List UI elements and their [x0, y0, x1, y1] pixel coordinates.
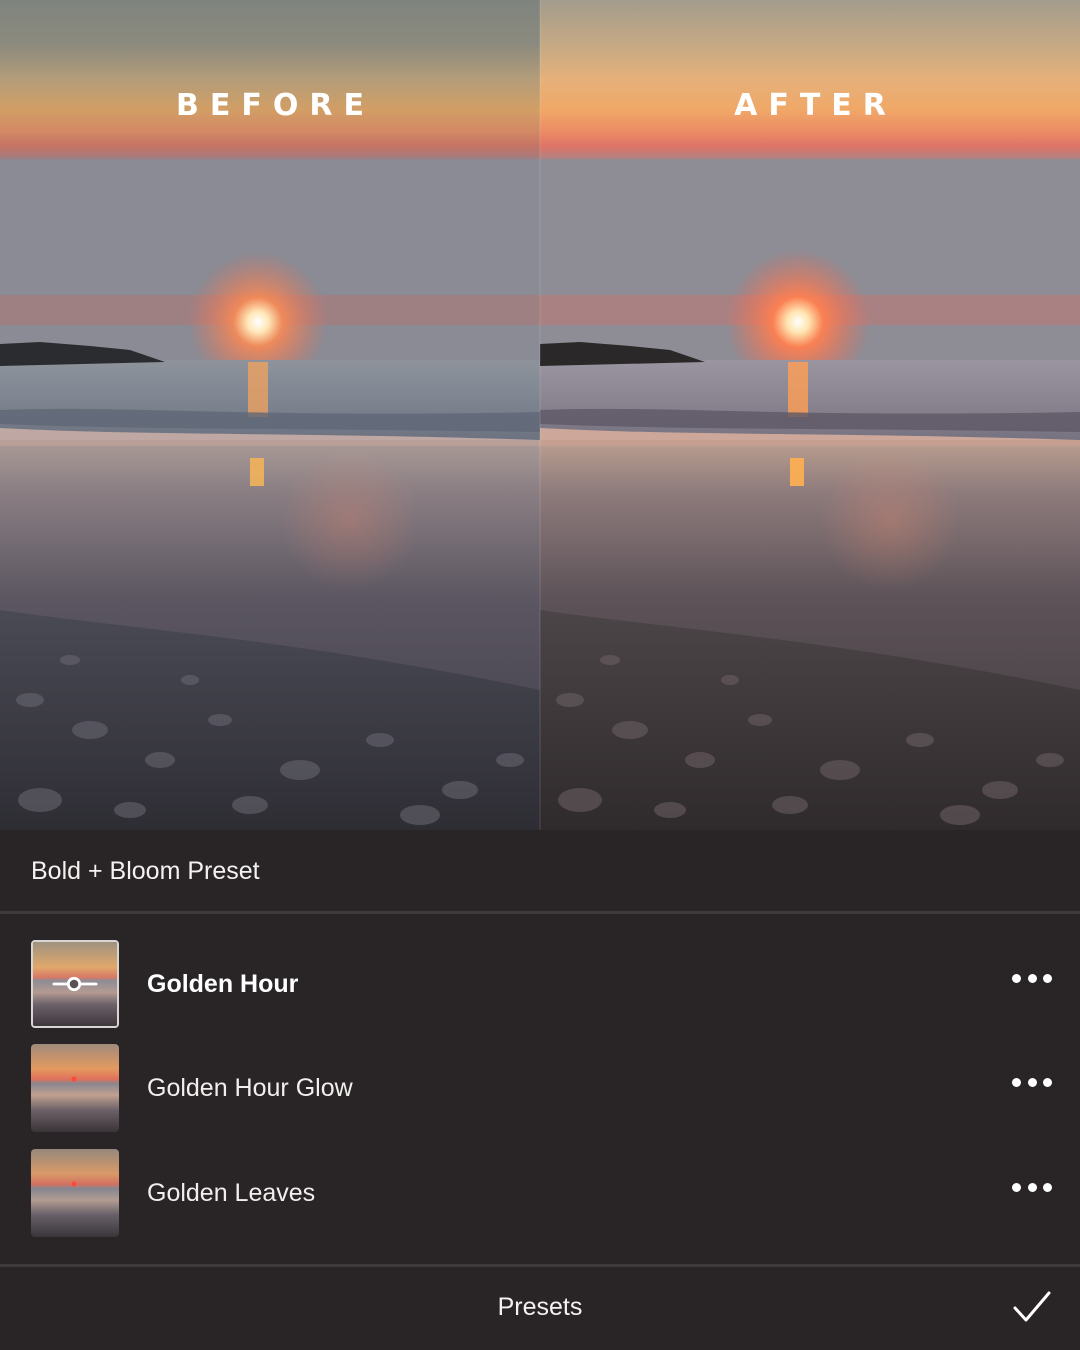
comparison-divider[interactable]	[539, 0, 541, 830]
before-label: BEFORE	[176, 88, 375, 123]
before-photo: BEFORE	[0, 0, 540, 830]
thumbnail-image	[31, 1044, 119, 1132]
presets-panel-title: Presets	[497, 1293, 583, 1321]
divider	[0, 911, 1080, 914]
preset-name: Golden Hour Glow	[147, 1074, 353, 1102]
preset-group-title: Bold + Bloom Preset	[31, 856, 260, 885]
thumbnail-image	[31, 1149, 119, 1237]
more-options-icon[interactable]	[1012, 966, 1052, 990]
more-options-icon[interactable]	[1012, 1175, 1052, 1199]
more-options-icon[interactable]	[1012, 1070, 1052, 1094]
after-sunset-image	[540, 0, 1080, 830]
preset-item-golden-leaves[interactable]: Golden Leaves	[0, 1149, 1080, 1239]
preset-item-golden-hour[interactable]: Golden Hour	[0, 940, 1080, 1030]
preset-name: Golden Hour	[147, 970, 299, 998]
preset-item-golden-hour-glow[interactable]: Golden Hour Glow	[0, 1044, 1080, 1134]
preset-name: Golden Leaves	[147, 1179, 316, 1207]
after-label: AFTER	[734, 88, 897, 123]
after-photo: AFTER	[540, 0, 1080, 830]
checkmark-icon[interactable]	[1012, 1289, 1052, 1325]
preset-group-header[interactable]: Bold + Bloom Preset	[0, 830, 1080, 912]
preset-thumbnail[interactable]	[31, 940, 119, 1028]
before-sunset-image	[0, 0, 540, 830]
preset-thumbnail[interactable]	[31, 1149, 119, 1237]
preset-thumbnail[interactable]	[31, 1044, 119, 1132]
bottom-bar: Presets	[0, 1267, 1080, 1350]
slider-adjust-icon	[52, 976, 98, 992]
before-after-comparison[interactable]: BEFORE AFTER	[0, 0, 1080, 830]
